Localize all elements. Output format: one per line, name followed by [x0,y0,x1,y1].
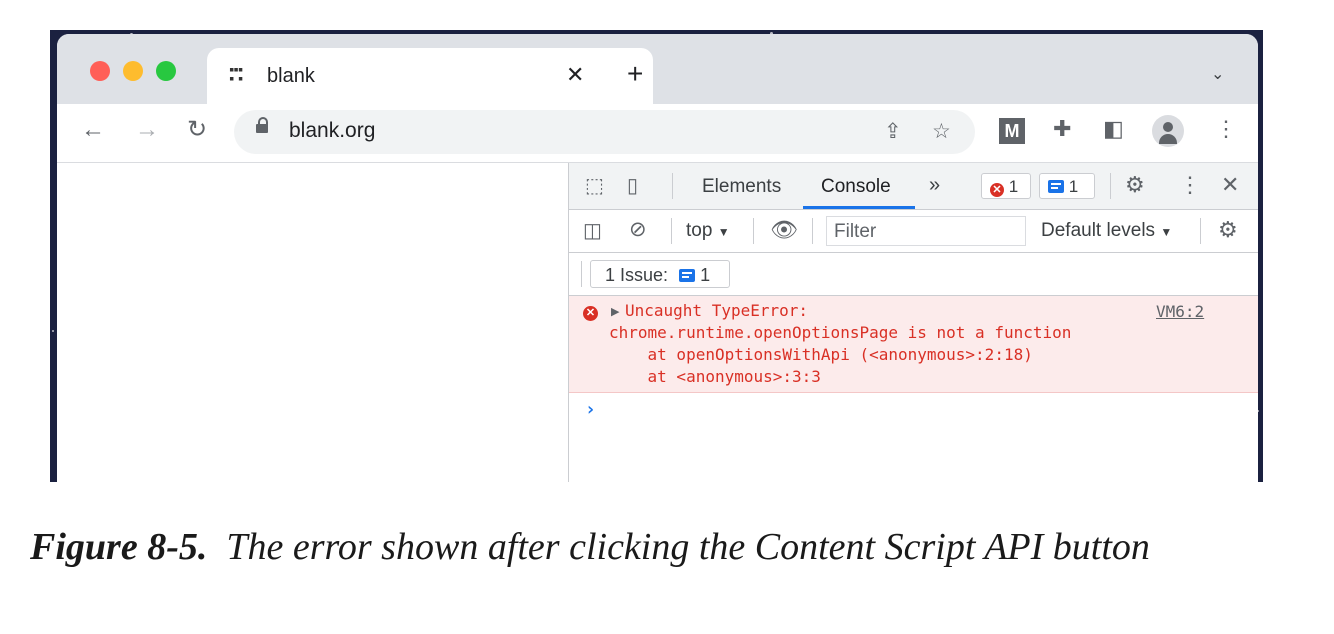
issues-bar: 1 Issue: 1 [569,253,1258,296]
page-content [57,163,568,482]
window-minimize-button[interactable] [123,61,143,81]
caption-text: The error shown after clicking the Conte… [226,526,1150,568]
figure-caption: Figure 8-5. The error shown after clicki… [30,522,1310,572]
error-source-link[interactable]: VM6:2 [1156,302,1204,321]
close-icon[interactable]: ✕ [1221,172,1239,198]
back-arrow-icon[interactable]: ← [81,118,105,142]
tab-title: blank [267,65,315,87]
profile-avatar[interactable] [1152,115,1184,147]
active-tab-indicator [803,206,915,209]
devtools-tabbar: ⬚ ▯ Elements Console » ✕ 1 1 ⚙ ⋮ ✕ [569,163,1258,210]
extension-m-icon[interactable]: M [999,118,1025,144]
message-icon [1048,180,1064,193]
new-tab-button[interactable]: + [627,60,643,88]
message-count-badge[interactable]: 1 [1039,173,1095,199]
dropdown-arrow-icon: ▼ [717,225,730,239]
error-count: 1 [1008,177,1019,196]
error-title: Uncaught TypeError: [625,301,809,320]
figure-number: Figure 8-5. [30,526,208,568]
expand-triangle-icon[interactable]: ▶ [611,305,619,318]
devtools-panel: ⬚ ▯ Elements Console » ✕ 1 1 ⚙ ⋮ ✕ ◫ ⊘ t… [568,163,1258,482]
url-text: blank.org [289,119,376,142]
kebab-menu-icon[interactable]: ⋮ [1179,172,1201,198]
error-stack-line-2: at <anonymous>:3:3 [609,367,821,386]
error-stack-line-1: at openOptionsWithApi (<anonymous>:2:18) [609,345,1033,364]
device-toggle-icon[interactable]: ▯ [627,173,638,198]
tab-close-icon[interactable]: ✕ [566,62,584,88]
forward-arrow-icon[interactable]: → [135,118,159,142]
more-tabs-icon[interactable]: » [929,174,940,197]
error-line-1: chrome.runtime.openOptionsPage is not a … [609,323,1072,342]
gear-icon[interactable]: ⚙ [1125,172,1145,198]
issue-message-icon [679,269,696,282]
console-toolbar: ◫ ⊘ top ▼ 👁 Filter Default levels ▼ ⚙ [569,210,1258,253]
window-maximize-button[interactable] [156,61,176,81]
dropdown-arrow-icon: ▼ [1160,225,1173,239]
tab-console[interactable]: Console [821,176,891,198]
console-prompt[interactable]: › [585,399,596,420]
tab-blank[interactable]: ▪▪▪ ▪ ▪ blank ✕ [207,48,653,104]
error-count-badge[interactable]: ✕ 1 [981,173,1031,199]
kebab-menu-icon[interactable]: ⋮ [1215,117,1237,141]
console-settings-gear-icon[interactable]: ⚙ [1218,217,1238,243]
side-panel-icon[interactable]: ◧ [1103,117,1124,141]
console-error-message: ✕ ▶ Uncaught TypeError: chrome.runtime.o… [569,296,1258,393]
inspect-element-icon[interactable]: ⬚ [585,173,604,198]
tab-elements[interactable]: Elements [702,176,781,198]
sidebar-toggle-icon[interactable]: ◫ [583,218,602,243]
eye-icon[interactable]: 👁 [770,217,798,243]
favicon-icon: ▪▪▪ ▪ ▪ [229,65,243,84]
clear-console-icon[interactable]: ⊘ [629,217,647,242]
chevron-down-icon[interactable]: ⌄ [1211,64,1224,84]
error-icon: ✕ [990,183,1004,197]
error-icon: ✕ [583,306,598,321]
lock-icon [256,117,268,133]
issues-label: 1 Issue: [605,265,669,285]
share-icon[interactable]: ⇪ [884,119,902,144]
message-count: 1 [1068,177,1079,196]
log-levels-value: Default levels [1041,220,1156,241]
reload-icon[interactable]: ↻ [187,118,207,142]
puzzle-extensions-icon[interactable]: ✚ [1053,117,1071,141]
filter-input[interactable]: Filter [826,216,1026,246]
tab-strip: ▪▪▪ ▪ ▪ blank ✕ + ⌄ [57,34,1258,104]
context-value: top [686,220,713,241]
address-bar[interactable]: blank.org ⇪ ☆ [234,110,975,154]
issues-count: 1 [700,265,711,285]
bookmark-star-icon[interactable]: ☆ [932,119,951,144]
browser-window: ▪▪▪ ▪ ▪ blank ✕ + ⌄ ← → ↻ blank.org ⇪ ☆ M… [57,34,1258,482]
window-close-button[interactable] [90,61,110,81]
log-levels-select[interactable]: Default levels ▼ [1041,220,1172,242]
browser-toolbar: ← → ↻ blank.org ⇪ ☆ M ✚ ◧ ⋮ [57,104,1258,163]
context-select[interactable]: top ▼ [686,220,730,242]
issues-button[interactable]: 1 Issue: 1 [590,260,730,288]
